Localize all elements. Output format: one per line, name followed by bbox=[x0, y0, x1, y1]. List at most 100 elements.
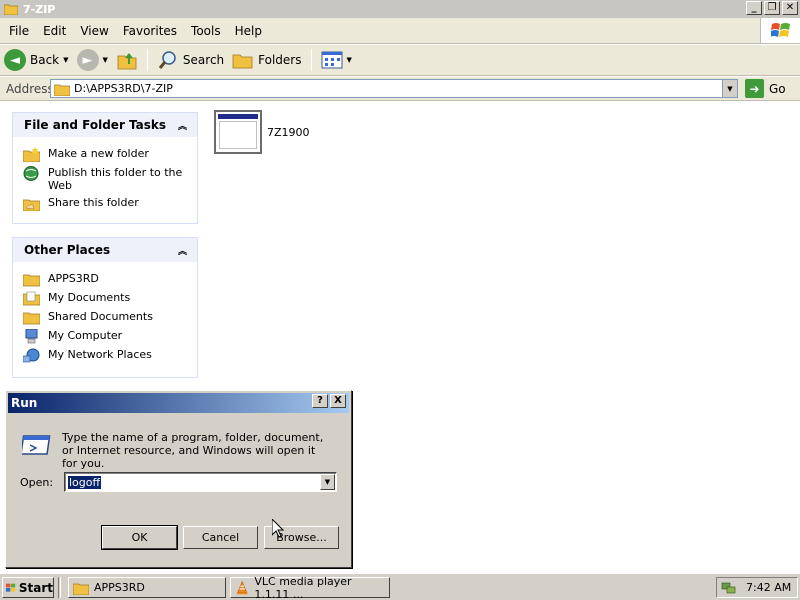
open-input-value[interactable]: logoff bbox=[68, 475, 102, 489]
run-dialog-title-bar[interactable]: Run ? X bbox=[8, 393, 349, 413]
taskbar-item-label: APPS3RD bbox=[94, 581, 145, 594]
mouse-cursor-icon bbox=[272, 519, 284, 538]
back-label: Back bbox=[30, 53, 60, 67]
forward-button[interactable]: ► ▼ bbox=[73, 46, 112, 74]
taskbar-separator bbox=[58, 577, 61, 598]
address-value: D:\APPS3RD\7-ZIP bbox=[74, 82, 173, 95]
minimize-button[interactable]: _ bbox=[746, 1, 762, 15]
forward-dropdown-icon[interactable]: ▼ bbox=[103, 56, 108, 64]
run-dialog-title: Run bbox=[11, 396, 38, 410]
place-my-computer[interactable]: My Computer bbox=[23, 329, 189, 344]
menu-tools[interactable]: Tools bbox=[184, 24, 228, 38]
folders-button[interactable]: Folders bbox=[228, 46, 305, 74]
toolbar: ◄ Back ▼ ► ▼ Search Folders ▼ bbox=[0, 45, 800, 76]
run-description: Type the name of a program, folder, docu… bbox=[62, 431, 324, 470]
toolbar-separator bbox=[310, 49, 312, 71]
forward-arrow-icon: ► bbox=[76, 49, 99, 71]
application-window-icon bbox=[214, 110, 262, 154]
folders-label: Folders bbox=[258, 53, 302, 67]
address-dropdown-icon[interactable]: ▼ bbox=[722, 80, 737, 97]
run-program-icon bbox=[22, 435, 51, 455]
views-dropdown-icon[interactable]: ▼ bbox=[347, 56, 352, 64]
task-label: Share this folder bbox=[48, 196, 139, 209]
ok-button[interactable]: OK bbox=[101, 525, 178, 550]
share-folder-icon bbox=[23, 199, 40, 211]
go-arrow-icon: ➜ bbox=[745, 79, 764, 98]
place-label: My Documents bbox=[48, 291, 131, 304]
go-button[interactable]: ➜ Go bbox=[745, 79, 786, 98]
menu-help[interactable]: Help bbox=[228, 24, 269, 38]
folders-icon bbox=[232, 54, 253, 69]
menu-file[interactable]: File bbox=[0, 24, 36, 38]
up-folder-button[interactable] bbox=[112, 46, 142, 74]
search-icon bbox=[158, 51, 176, 69]
open-dropdown-icon[interactable]: ▼ bbox=[320, 474, 335, 490]
place-my-network-places[interactable]: My Network Places bbox=[23, 348, 189, 363]
file-item-7z1900[interactable]: 7Z1900 bbox=[214, 110, 310, 154]
place-apps3rd[interactable]: APPS3RD bbox=[23, 272, 189, 287]
views-button[interactable]: ▼ bbox=[317, 46, 356, 74]
taskbar: Start APPS3RD VLC media player 1.1.11 ..… bbox=[0, 573, 800, 600]
file-name: 7Z1900 bbox=[267, 125, 310, 139]
task-publish-web[interactable]: Publish this folder to the Web bbox=[23, 166, 189, 192]
search-label: Search bbox=[182, 53, 225, 67]
start-label: Start bbox=[18, 580, 53, 595]
task-label: Make a new folder bbox=[48, 147, 149, 160]
place-label: My Network Places bbox=[48, 348, 152, 361]
task-label: Publish this folder to the Web bbox=[48, 166, 183, 192]
network-tray-icon[interactable] bbox=[721, 581, 737, 595]
open-combobox[interactable]: logoff ▼ bbox=[64, 472, 337, 492]
system-tray: 7:42 AM bbox=[716, 577, 798, 598]
open-label: Open: bbox=[20, 476, 54, 489]
help-button[interactable]: ? bbox=[312, 394, 328, 408]
windows-logo-icon bbox=[760, 18, 800, 43]
network-places-icon bbox=[23, 348, 40, 363]
menu-bar: File Edit View Favorites Tools Help bbox=[0, 18, 800, 44]
task-share-folder[interactable]: Share this folder bbox=[23, 196, 189, 211]
taskbar-item-label: VLC media player 1.1.11 ... bbox=[254, 574, 352, 600]
toolbar-separator bbox=[146, 49, 148, 71]
taskbar-item-vlc[interactable]: VLC media player 1.1.11 ... bbox=[230, 574, 390, 600]
places-panel-header[interactable]: Other Places ︽ bbox=[13, 238, 197, 262]
my-computer-icon bbox=[25, 329, 38, 344]
menu-favorites[interactable]: Favorites bbox=[116, 24, 184, 38]
place-shared-documents[interactable]: Shared Documents bbox=[23, 310, 189, 325]
go-label: Go bbox=[769, 81, 786, 96]
cancel-button[interactable]: Cancel bbox=[183, 526, 258, 549]
folder-icon bbox=[23, 274, 40, 287]
up-folder-icon bbox=[117, 53, 137, 70]
folder-icon bbox=[4, 4, 18, 15]
back-dropdown-icon[interactable]: ▼ bbox=[63, 56, 68, 64]
task-make-new-folder[interactable]: Make a new folder bbox=[23, 147, 189, 162]
menu-view[interactable]: View bbox=[73, 24, 115, 38]
back-button[interactable]: ◄ Back ▼ bbox=[0, 46, 73, 74]
window-title-bar[interactable]: 7-ZIP _ ❐ ✕ bbox=[0, 0, 800, 18]
tasks-panel-header[interactable]: File and Folder Tasks ︽ bbox=[13, 113, 197, 137]
my-documents-icon bbox=[23, 291, 40, 306]
collapse-chevron-icon[interactable]: ︽ bbox=[178, 119, 187, 132]
place-label: Shared Documents bbox=[48, 310, 153, 323]
menu-edit[interactable]: Edit bbox=[36, 24, 73, 38]
address-label: Address bbox=[6, 81, 54, 96]
folder-icon bbox=[23, 312, 40, 325]
address-input[interactable]: D:\APPS3RD\7-ZIP ▼ bbox=[50, 79, 738, 98]
search-button[interactable]: Search bbox=[153, 46, 228, 74]
collapse-chevron-icon[interactable]: ︽ bbox=[178, 244, 187, 257]
start-button[interactable]: Start bbox=[2, 577, 54, 598]
address-bar: Address D:\APPS3RD\7-ZIP ▼ ➜ Go bbox=[0, 77, 800, 101]
windows-logo-icon bbox=[6, 583, 16, 592]
other-places-panel: Other Places ︽ APPS3RD My Documents Shar… bbox=[12, 237, 198, 378]
places-panel-title: Other Places bbox=[24, 243, 111, 257]
taskbar-item-apps3rd[interactable]: APPS3RD bbox=[68, 577, 226, 598]
close-button[interactable]: X bbox=[330, 394, 346, 408]
close-button[interactable]: ✕ bbox=[782, 1, 798, 15]
back-arrow-icon: ◄ bbox=[4, 49, 26, 71]
file-folder-tasks-panel: File and Folder Tasks ︽ Make a new folde… bbox=[12, 112, 198, 224]
restore-button[interactable]: ❐ bbox=[764, 1, 780, 15]
place-my-documents[interactable]: My Documents bbox=[23, 291, 189, 306]
tasks-panel-title: File and Folder Tasks bbox=[24, 118, 167, 132]
folder-icon bbox=[54, 84, 70, 96]
window-title: 7-ZIP bbox=[23, 2, 56, 16]
clock[interactable]: 7:42 AM bbox=[746, 581, 791, 594]
run-dialog: Run ? X Type the name of a program, fold… bbox=[5, 390, 352, 568]
